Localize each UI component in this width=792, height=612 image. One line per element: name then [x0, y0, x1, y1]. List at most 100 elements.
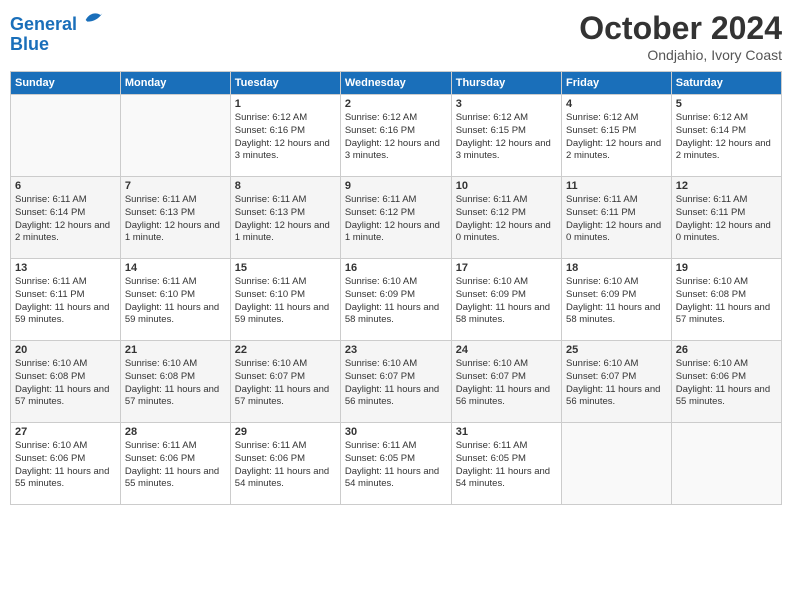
sunset-text: Sunset: 6:16 PM	[235, 125, 336, 138]
location-subtitle: Ondjahio, Ivory Coast	[579, 47, 782, 63]
day-number: 22	[235, 344, 336, 356]
sunset-text: Sunset: 6:16 PM	[345, 125, 447, 138]
week-row-3: 13 Sunrise: 6:11 AMSunset: 6:11 PMDayligh…	[11, 259, 782, 341]
calendar-cell: 27Sunrise: 6:10 AMSunset: 6:06 PMDayligh…	[11, 423, 121, 505]
day-number: 16	[345, 262, 447, 274]
daylight-text: Daylight: 12 hours and 2 minutes.	[676, 138, 777, 164]
daylight-text: Daylight: 12 hours and 2 minutes.	[15, 220, 116, 246]
sunset-text: Sunset: 6:14 PM	[15, 207, 116, 220]
sunrise-text: Sunrise: 6:10 AM	[345, 276, 447, 289]
cell-content: Sunrise: 6:11 AMSunset: 6:05 PMDaylight:…	[345, 440, 447, 491]
daylight-text: Daylight: 11 hours and 59 minutes.	[235, 302, 336, 328]
cell-content: Sunrise: 6:10 AMSunset: 6:07 PMDaylight:…	[235, 358, 336, 409]
cell-content: Sunrise: 6:10 AMSunset: 6:07 PMDaylight:…	[566, 358, 667, 409]
sunrise-text: Sunrise: 6:10 AM	[676, 358, 777, 371]
cell-content: Sunrise: 6:10 AMSunset: 6:07 PMDaylight:…	[345, 358, 447, 409]
sunset-text: Sunset: 6:15 PM	[456, 125, 557, 138]
col-sunday: Sunday	[11, 72, 121, 95]
calendar-table: Sunday Monday Tuesday Wednesday Thursday…	[10, 71, 782, 505]
week-row-2: 6Sunrise: 6:11 AMSunset: 6:14 PMDaylight…	[11, 177, 782, 259]
daylight-text: Daylight: 12 hours and 0 minutes.	[456, 220, 557, 246]
sunset-text: Sunset: 6:06 PM	[125, 453, 226, 466]
sunset-text: Sunset: 6:07 PM	[566, 371, 667, 384]
sunrise-text: Sunrise: 6:11 AM	[456, 194, 557, 207]
calendar-cell	[120, 95, 230, 177]
cell-content: Sunrise: 6:10 AMSunset: 6:09 PMDaylight:…	[566, 276, 667, 327]
sunrise-text: Sunrise: 6:11 AM	[235, 194, 336, 207]
calendar-cell: 23Sunrise: 6:10 AMSunset: 6:07 PMDayligh…	[340, 341, 451, 423]
day-number: 14	[125, 262, 226, 274]
sunset-text: Sunset: 6:14 PM	[676, 125, 777, 138]
sunrise-text: Sunrise: 6:11 AM	[235, 440, 336, 453]
day-number: 21	[125, 344, 226, 356]
daylight-text: Daylight: 11 hours and 57 minutes.	[125, 384, 226, 410]
cell-content: Sunrise: 6:10 AMSunset: 6:08 PMDaylight:…	[15, 358, 116, 409]
sunrise-text: Sunrise: 6:11 AM	[235, 276, 336, 289]
sunrise-text: Sunrise: 6:11 AM	[345, 440, 447, 453]
calendar-cell: 19Sunrise: 6:10 AMSunset: 6:08 PMDayligh…	[671, 259, 781, 341]
daylight-text: Daylight: 12 hours and 3 minutes.	[345, 138, 447, 164]
daylight-text: Daylight: 11 hours and 54 minutes.	[235, 466, 336, 492]
calendar-cell: 3Sunrise: 6:12 AMSunset: 6:15 PMDaylight…	[451, 95, 561, 177]
cell-content: Sunrise: 6:10 AMSunset: 6:09 PMDaylight:…	[456, 276, 557, 327]
calendar-cell: 10Sunrise: 6:11 AMSunset: 6:12 PMDayligh…	[451, 177, 561, 259]
cell-content: Sunrise: 6:11 AMSunset: 6:13 PMDaylight:…	[125, 194, 226, 245]
day-number: 27	[15, 426, 116, 438]
sunset-text: Sunset: 6:09 PM	[456, 289, 557, 302]
week-row-4: 20Sunrise: 6:10 AMSunset: 6:08 PMDayligh…	[11, 341, 782, 423]
daylight-text: Daylight: 11 hours and 56 minutes.	[345, 384, 447, 410]
cell-content: Sunrise: 6:12 AMSunset: 6:16 PMDaylight:…	[235, 112, 336, 163]
day-number: 10	[456, 180, 557, 192]
sunset-text: Sunset: 6:05 PM	[345, 453, 447, 466]
sunrise-text: Sunrise: 6:12 AM	[456, 112, 557, 125]
cell-content: Sunrise: 6:12 AMSunset: 6:16 PMDaylight:…	[345, 112, 447, 163]
sunset-text: Sunset: 6:08 PM	[676, 289, 777, 302]
day-number: 5	[676, 98, 777, 110]
cell-content: Sunrise: 6:11 AMSunset: 6:11 PMDaylight:…	[15, 276, 116, 327]
cell-content: Sunrise: 6:11 AMSunset: 6:12 PMDaylight:…	[345, 194, 447, 245]
day-number: 28	[125, 426, 226, 438]
calendar-cell: 4Sunrise: 6:12 AMSunset: 6:15 PMDaylight…	[562, 95, 672, 177]
sunrise-text: Sunrise: 6:10 AM	[566, 358, 667, 371]
cell-content: Sunrise: 6:11 AMSunset: 6:13 PMDaylight:…	[235, 194, 336, 245]
calendar-cell: 5Sunrise: 6:12 AMSunset: 6:14 PMDaylight…	[671, 95, 781, 177]
sunset-text: Sunset: 6:13 PM	[125, 207, 226, 220]
day-number: 15	[235, 262, 336, 274]
calendar-page: General Blue October 2024 Ondjahio, Ivor…	[0, 0, 792, 612]
logo-bird-icon	[84, 10, 104, 30]
calendar-header: Sunday Monday Tuesday Wednesday Thursday…	[11, 72, 782, 95]
daylight-text: Daylight: 11 hours and 57 minutes.	[235, 384, 336, 410]
day-number: 11	[566, 180, 667, 192]
col-friday: Friday	[562, 72, 672, 95]
day-number: 29	[235, 426, 336, 438]
day-number: 25	[566, 344, 667, 356]
page-header: General Blue October 2024 Ondjahio, Ivor…	[10, 10, 782, 63]
calendar-cell: 26Sunrise: 6:10 AMSunset: 6:06 PMDayligh…	[671, 341, 781, 423]
header-row: Sunday Monday Tuesday Wednesday Thursday…	[11, 72, 782, 95]
week-row-5: 27 Sunrise: 6:10 AM Sunset: 6:06 PM Dayligh…	[11, 423, 782, 505]
day-number: 31	[456, 426, 557, 438]
cell-content: Sunrise: 6:11 AMSunset: 6:10 PMDaylight:…	[125, 276, 226, 327]
cell-content: Sunrise: 6:11 AMSunset: 6:05 PMDaylight:…	[456, 440, 557, 491]
day-number: 13	[15, 262, 116, 274]
logo-general: General	[10, 14, 77, 34]
calendar-cell: 18 Sunrise: 6:10 AMSunset: 6:09 PMDayligh…	[562, 259, 672, 341]
day-number: 9	[345, 180, 447, 192]
sunrise-text: Sunrise: 6:11 AM	[125, 276, 226, 289]
daylight-text: Daylight: 11 hours and 57 minutes.	[676, 302, 777, 328]
daylight-text: Daylight: 11 hours and 56 minutes.	[456, 384, 557, 410]
daylight-text: Daylight: 12 hours and 1 minute.	[345, 220, 447, 246]
calendar-cell	[11, 95, 121, 177]
sunset-text: Sunset: 6:11 PM	[676, 207, 777, 220]
cell-content: Sunrise: 6:11 AMSunset: 6:10 PMDaylight:…	[235, 276, 336, 327]
sunrise-text: Sunrise: 6:11 AM	[566, 194, 667, 207]
sunrise-text: Sunrise: 6:10 AM	[15, 440, 116, 453]
day-number: 18	[566, 262, 667, 274]
sunrise-text: Sunrise: 6:11 AM	[345, 194, 447, 207]
calendar-cell: 9 Sunrise: 6:11 AMSunset: 6:12 PMDaylight…	[340, 177, 451, 259]
calendar-cell: 15 Sunrise: 6:11 AMSunset: 6:10 PMDayligh…	[230, 259, 340, 341]
sunrise-text: Sunrise: 6:12 AM	[345, 112, 447, 125]
daylight-text: Daylight: 11 hours and 59 minutes.	[125, 302, 226, 328]
calendar-cell	[562, 423, 672, 505]
sunrise-text: Sunrise: 6:10 AM	[125, 358, 226, 371]
